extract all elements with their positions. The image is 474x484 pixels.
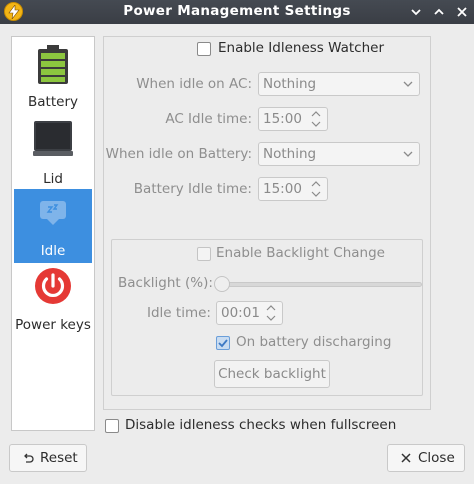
on-battery-discharging-label: On battery discharging xyxy=(236,334,392,350)
check-backlight-button[interactable]: Check backlight xyxy=(214,360,330,388)
backlight-percent-label: Backlight (%): xyxy=(118,275,213,291)
enable-backlight-change-checkbox[interactable] xyxy=(197,247,211,261)
chevron-down-icon xyxy=(403,151,413,157)
sidebar-item-idle[interactable]: Idle xyxy=(14,189,92,263)
enable-idleness-watcher-label: Enable Idleness Watcher xyxy=(218,40,384,56)
disable-fullscreen-label: Disable idleness checks when fullscreen xyxy=(125,417,397,433)
category-sidebar: Battery Lid Idle Power keys xyxy=(11,36,95,431)
sidebar-item-power-keys[interactable]: Power keys xyxy=(14,263,92,337)
sidebar-item-label: Battery xyxy=(28,94,78,110)
disable-fullscreen-checkbox[interactable] xyxy=(105,419,119,433)
spin-arrows-icon[interactable] xyxy=(310,110,322,128)
backlight-slider-track[interactable] xyxy=(216,282,422,287)
sidebar-item-label: Idle xyxy=(40,243,66,259)
backlight-group: Enable Backlight Change Backlight (%): I… xyxy=(111,239,423,396)
chevron-down-icon xyxy=(403,81,413,87)
spin-arrows-icon[interactable] xyxy=(310,180,322,198)
window-title: Power Management Settings xyxy=(123,3,351,19)
laptop-lid-icon xyxy=(33,121,73,156)
on-battery-discharging-checkbox[interactable] xyxy=(216,336,230,350)
close-label: Close xyxy=(418,450,455,466)
minimize-icon[interactable] xyxy=(408,4,424,20)
spin-arrows-icon[interactable] xyxy=(265,304,277,322)
ac-idle-time-value: 15:00 xyxy=(263,111,302,127)
reset-label: Reset xyxy=(40,450,78,466)
when-idle-ac-select[interactable]: Nothing xyxy=(258,72,420,96)
ac-idle-time-spinbox[interactable]: 15:00 xyxy=(258,107,328,131)
checkmark-icon xyxy=(218,339,228,348)
power-icon xyxy=(35,268,71,304)
enable-backlight-change-label: Enable Backlight Change xyxy=(216,245,385,261)
title-bar: Power Management Settings xyxy=(0,0,474,24)
idle-settings-panel: Enable Idleness Watcher When idle on AC:… xyxy=(103,36,431,410)
backlight-idle-time-value: 00:01 xyxy=(221,305,260,321)
sidebar-item-battery[interactable]: Battery xyxy=(14,39,92,113)
sidebar-item-label: Lid xyxy=(43,171,63,187)
when-idle-battery-label: When idle on Battery: xyxy=(105,146,252,162)
idle-icon xyxy=(40,201,66,225)
ac-idle-time-label: AC Idle time: xyxy=(165,111,252,127)
reset-button[interactable]: Reset xyxy=(9,444,87,472)
enable-idleness-watcher-checkbox[interactable] xyxy=(197,42,211,56)
sidebar-item-label: Power keys xyxy=(15,317,91,333)
backlight-idle-time-label: Idle time: xyxy=(147,305,211,321)
backlight-slider-handle[interactable] xyxy=(214,276,230,292)
battery-idle-time-label: Battery Idle time: xyxy=(133,181,252,197)
sidebar-item-lid[interactable]: Lid xyxy=(14,115,92,189)
undo-icon xyxy=(24,453,34,463)
battery-idle-time-spinbox[interactable]: 15:00 xyxy=(258,177,328,201)
when-idle-ac-value: Nothing xyxy=(263,76,317,92)
battery-idle-time-value: 15:00 xyxy=(263,181,302,197)
battery-icon xyxy=(38,45,68,84)
backlight-idle-time-spinbox[interactable]: 00:01 xyxy=(216,301,283,325)
maximize-icon[interactable] xyxy=(431,4,447,20)
when-idle-battery-value: Nothing xyxy=(263,146,317,162)
when-idle-ac-label: When idle on AC: xyxy=(136,76,252,92)
close-icon xyxy=(401,453,411,463)
close-button[interactable]: Close xyxy=(387,444,465,472)
close-window-icon[interactable] xyxy=(454,4,470,20)
when-idle-battery-select[interactable]: Nothing xyxy=(258,142,420,166)
